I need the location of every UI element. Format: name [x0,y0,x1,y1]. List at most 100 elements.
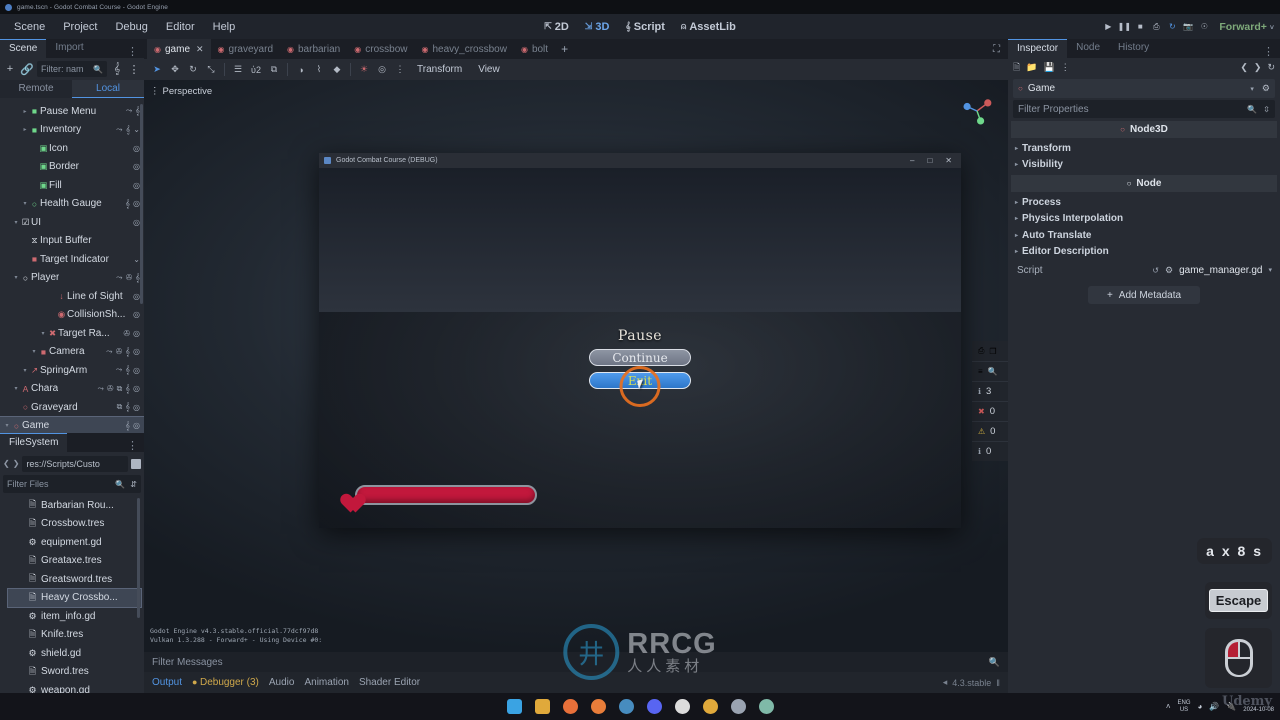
select-mode-icon[interactable]: ➤ [149,61,165,78]
mode-button-script[interactable]: 𝄞 Script [619,18,671,36]
message-filter-input[interactable]: Filter Messages 🔍 [144,652,1008,672]
inspector-property-group[interactable]: ▸ Auto Translate [1008,227,1280,244]
list-icon[interactable]: ≡ [978,367,983,376]
mode-button-assetlib[interactable]: ⍝ AssetLib [675,18,742,36]
stop-button[interactable]: ■ [1133,19,1147,35]
scene-tree-item[interactable]: ⧖ Input Buffer [0,232,144,251]
back-icon[interactable]: ❮ [3,459,10,468]
visibility-icon[interactable]: ◎ [133,144,140,153]
scene-tree-item[interactable]: ▾ A Chara ⤳ ✇ ⧉ 𝄞 ◎ [0,380,144,399]
script-icon[interactable]: 𝄞 [125,347,130,357]
group-icon[interactable]: ✇ [116,347,123,356]
camera-preview-icon[interactable]: ◆ [329,61,345,78]
files-icon[interactable] [534,699,550,714]
inspector-property-group[interactable]: ▸ Process [1008,194,1280,211]
visibility-icon[interactable]: ◎ [133,347,140,356]
file-filter-input[interactable]: Filter Files 🔍 ⇵ [3,475,141,493]
history-forward-icon[interactable]: ❯ [1254,62,1262,73]
expand-arrow-icon[interactable]: ▸ [1015,232,1018,239]
copy-icon[interactable]: ⎙ [978,346,984,356]
script-icon[interactable]: 𝄞 [125,365,130,375]
scene-tree-item[interactable]: ◉ CollisionSh... ◎ [0,306,144,325]
script-icon[interactable]: 𝄞 [125,199,130,209]
inspector-property-group[interactable]: ▸ Visibility [1008,157,1280,174]
scene-tab[interactable]: ◉ heavy_crossbow [414,39,513,59]
play-button[interactable]: ▶ [1101,19,1115,35]
scene-tab[interactable]: ◉ barbarian [280,39,347,59]
instance-icon[interactable]: ⧉ [117,384,123,394]
file-list-item[interactable]: 🗎 Heavy Crossbo... [7,587,142,608]
clear-icon[interactable]: ❐ [989,347,996,356]
scene-tab[interactable]: ◉ bolt [514,39,555,59]
visibility-icon[interactable]: ◎ [133,199,140,208]
tree-expand-arrow[interactable]: ▾ [21,200,29,207]
script-icon[interactable]: 𝄞 [125,384,130,394]
group-icon[interactable]: ✇ [107,384,114,393]
tree-expand-arrow[interactable]: ▾ [3,422,11,429]
bottom-tab-debugger[interactable]: ● Debugger (3) [192,677,259,688]
visibility-icon[interactable]: ◎ [133,218,140,227]
kebab-menu-icon[interactable]: ⋮ [127,63,141,76]
sort-icon[interactable]: ⇵ [125,480,137,489]
menu-item-debug[interactable]: Debug [107,18,155,36]
volume-icon[interactable]: 🔊 [1209,702,1219,711]
tab-scene[interactable]: Scene [0,39,47,58]
lock-icon[interactable]: ὑ2 [248,61,264,78]
minimize-button[interactable]: – [910,156,914,165]
list-select-icon[interactable]: ☰ [230,61,246,78]
signal-icon[interactable]: ⤳ [106,347,112,357]
app7-icon[interactable] [674,699,690,714]
resize-icon[interactable]: ‖ [996,678,1000,688]
collapse-icon[interactable]: ◂ [943,677,948,688]
file-list-item[interactable]: 🗎 Barbarian Rou... [8,496,144,515]
environment-icon[interactable]: ◎ [374,61,390,78]
tree-expand-arrow[interactable]: ▾ [30,348,38,355]
history-icon[interactable]: ↻ [1267,62,1275,73]
file-list-item[interactable]: ⚙ shield.gd [8,644,144,663]
signal-icon[interactable]: ⤳ [97,384,103,394]
misc-count[interactable]: ℹ0 [972,441,1008,461]
tab-import[interactable]: Import [46,39,92,58]
gear-icon[interactable]: ⚙ [1165,265,1173,276]
revert-icon[interactable]: ↺ [1152,266,1159,275]
chevron-down-icon[interactable]: ▾ [1268,266,1272,274]
move-mode-icon[interactable]: ✥ [167,61,183,78]
file-list-item[interactable]: 🗎 Crossbow.tres [8,515,144,534]
tab-inspector[interactable]: Inspector [1008,39,1068,58]
scene-tab[interactable]: ◉ game ✕ [147,39,211,59]
group-icon[interactable]: ⧉ [266,61,282,78]
file-list-item[interactable]: 🗎 Greatsword.tres [8,570,144,589]
filesystem-path[interactable]: res://Scripts/Custo [22,455,128,472]
menu-item-editor[interactable]: Editor [158,18,203,36]
file-list-item[interactable]: 🗎 Sword.tres [8,663,144,682]
chevron-icon[interactable]: ⌄ [133,255,140,264]
script-icon[interactable]: 𝄞 [110,63,124,76]
viewport-menu-transform[interactable]: Transform [410,64,469,75]
maximize-button[interactable]: □ [927,156,932,165]
movie-maker-button[interactable]: 📷 [1181,19,1195,35]
sun-icon[interactable]: ☀ [356,61,372,78]
firefox-icon[interactable] [562,699,578,714]
view-menu-icon[interactable]: ⋮ [392,61,408,78]
notes-icon[interactable] [758,699,774,714]
tab-node[interactable]: Node [1067,39,1109,58]
scene-tree-item[interactable]: ▣ Icon ◎ [0,139,144,158]
close-button[interactable]: ✕ [945,156,952,165]
expand-arrow-icon[interactable]: ▸ [1015,145,1018,152]
visibility-icon[interactable]: ◎ [133,366,140,375]
tree-expand-arrow[interactable]: ▾ [39,330,47,337]
debug-game-window[interactable]: Godot Combat Course (DEBUG) – □ ✕ Pause … [319,153,961,528]
language-indicator[interactable]: ENG US [1178,700,1191,714]
tab-history[interactable]: History [1109,39,1158,58]
signal-icon[interactable]: ⤳ [116,125,122,135]
new-resource-icon[interactable]: 🗎 [1013,60,1020,76]
scene-tree-item[interactable]: ▾ ■ Camera ⤳ ✇ 𝄞 ◎ [0,343,144,362]
scene-tree-item[interactable]: ▣ Fill ◎ [0,176,144,195]
scene-tree-item[interactable]: ▸ ■ Inventory ⤳ 𝄞 ⌄ [0,121,144,140]
tree-expand-arrow[interactable]: ▾ [12,274,20,281]
menu-item-scene[interactable]: Scene [6,18,53,36]
play-scene-button[interactable]: ⎙ [1149,19,1163,35]
scene-tree-item[interactable]: ▾ ○ Player ⤳ ✇ 𝄞 [0,269,144,288]
tab-filesystem[interactable]: FileSystem [0,433,68,452]
visibility-icon[interactable]: ◎ [133,421,140,430]
